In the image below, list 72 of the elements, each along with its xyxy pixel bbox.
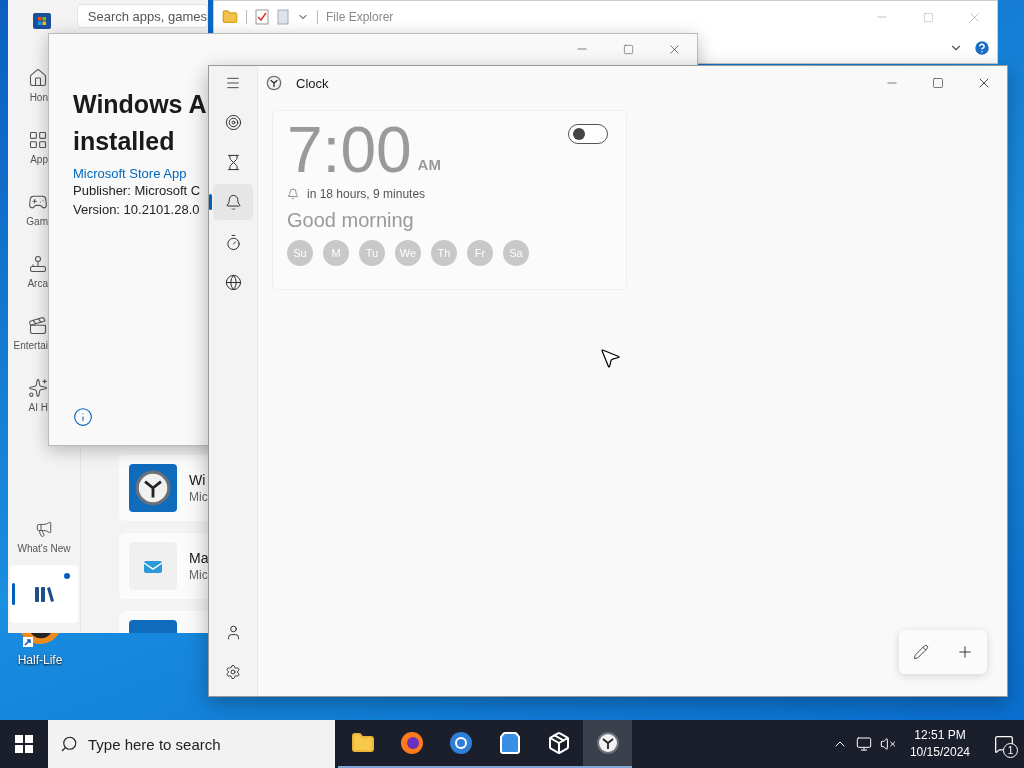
alarm-time: 7:00 — [287, 115, 412, 185]
bell-icon — [287, 188, 299, 200]
home-icon — [28, 67, 48, 88]
maximize-icon — [622, 43, 634, 55]
alarm-toggle[interactable] — [568, 124, 608, 144]
search-icon — [60, 735, 78, 753]
version-text: Version: 10.2101.28.0 — [73, 201, 200, 219]
app-card[interactable]: Ma Mic — [119, 533, 208, 599]
focus-icon — [224, 113, 242, 131]
grid-icon — [28, 129, 48, 150]
package-icon — [546, 731, 571, 755]
help-icon[interactable] — [973, 39, 991, 57]
notifications-button[interactable]: 1 — [984, 720, 1024, 768]
clock-icon — [595, 731, 620, 755]
megaphone-icon — [35, 520, 53, 538]
volume-muted-icon[interactable] — [879, 736, 896, 752]
nav-item[interactable]: What's New — [10, 515, 78, 559]
window-title: File Explorer — [326, 10, 394, 24]
stopwatch-icon — [224, 233, 242, 251]
window-title: Clock — [296, 75, 329, 91]
joystick-icon — [28, 253, 48, 274]
nav-item[interactable]: Arca — [8, 240, 48, 302]
bell-icon — [224, 193, 242, 211]
folder-icon — [222, 9, 238, 25]
sparkle-icon — [28, 377, 48, 398]
plus-icon — [956, 643, 974, 661]
nav-item[interactable]: Hon — [8, 54, 48, 116]
windows-logo-icon — [15, 735, 33, 753]
app-link[interactable]: Microsoft Store App — [73, 166, 187, 181]
folder-icon — [350, 731, 375, 755]
search-field[interactable]: Search apps, games — [76, 4, 208, 28]
app-name: Ma — [189, 550, 208, 566]
nav-item[interactable]: Gam — [8, 178, 48, 240]
app-card[interactable]: Wi Mic — [119, 455, 208, 521]
pencil-icon — [913, 644, 929, 660]
shopping-bag-icon — [497, 731, 522, 755]
firefox-icon — [399, 731, 424, 755]
notification-icon — [994, 734, 1014, 754]
checklist-icon[interactable] — [255, 9, 269, 25]
browser-icon — [448, 731, 473, 755]
app-name: Wi — [189, 472, 207, 488]
settings-icon — [225, 664, 241, 680]
taskbar-app-button[interactable] — [583, 720, 632, 768]
menu-icon — [225, 75, 241, 91]
maximize-icon — [922, 11, 934, 23]
alarm-period: AM — [417, 156, 441, 173]
clock-app-icon — [134, 469, 172, 507]
app-publisher: Mic — [189, 568, 208, 582]
mail-icon — [143, 558, 163, 574]
nav-item[interactable]: AI H — [8, 364, 48, 426]
clock-app-icon — [266, 75, 282, 91]
taskbar-search-field[interactable]: Type here to search — [48, 720, 335, 768]
taskbar-clock[interactable]: 12:51 PM 10/15/2024 — [903, 727, 976, 761]
mouse-cursor-icon — [598, 346, 622, 370]
nav-item[interactable]: App — [8, 116, 48, 178]
nav-item[interactable]: Entertai — [8, 302, 48, 364]
globe-icon — [224, 273, 242, 291]
network-icon[interactable] — [855, 736, 872, 752]
desktop-icon-label[interactable]: Half-Life — [17, 653, 63, 667]
dialog-heading: installed — [73, 126, 175, 157]
notification-count: 1 — [1003, 743, 1018, 758]
alarm-countdown: in 18 hours, 9 minutes — [307, 187, 426, 201]
publisher-text: Publisher: Microsoft C — [73, 182, 201, 200]
library-nav-item[interactable] — [10, 565, 78, 623]
maximize-icon — [932, 77, 944, 89]
store-logo-icon — [33, 11, 52, 29]
clapperboard-icon — [28, 315, 48, 336]
app-publisher: Mic — [189, 490, 208, 504]
alarm-name: Good morning — [287, 209, 415, 232]
info-icon[interactable] — [73, 407, 93, 427]
dialog-heading: Windows A — [73, 89, 207, 120]
library-icon — [33, 585, 55, 603]
